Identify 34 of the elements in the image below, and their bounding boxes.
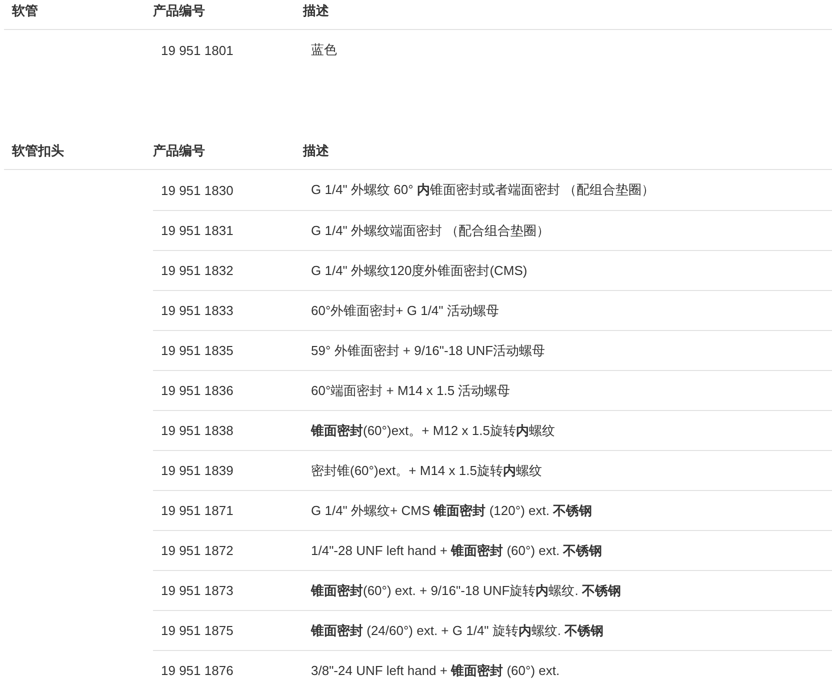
column-header: 描述 xyxy=(303,142,329,160)
table-cell: 蓝色 xyxy=(311,41,337,59)
table-cell: G 1/4" 外螺纹120度外锥面密封(CMS) xyxy=(311,262,528,280)
table-cell-text: 19 951 1838 xyxy=(161,423,234,438)
table-cell-text: 19 951 1836 xyxy=(161,383,234,398)
table-cell: 3/8"-24 UNF left hand + 锥面密封 (60°) ext. xyxy=(311,662,560,680)
table-cell-text: 19 951 1876 xyxy=(161,663,234,678)
table-cell-text: 19 951 1830 xyxy=(161,182,234,198)
table-cell-text: 19 951 1873 xyxy=(161,583,234,598)
table-cell-text: 19 951 1801 xyxy=(161,42,234,58)
table-cell-text: 19 951 1832 xyxy=(161,263,234,278)
table-cell: 锥面密封(60°)ext。+ M12 x 1.5旋转内螺纹 xyxy=(311,422,555,440)
table-cell-text: 19 951 1872 xyxy=(161,543,234,558)
table-cell-text: 19 951 1833 xyxy=(161,303,234,318)
table-cell: 密封锥(60°)ext。+ M14 x 1.5旋转内螺纹 xyxy=(311,462,542,480)
table-cell: 60°端面密封 + M14 x 1.5 活动螺母 xyxy=(311,382,510,400)
table-cell-text: 19 951 1871 xyxy=(161,503,234,518)
section-title: 软管扣头 xyxy=(10,142,65,160)
table-cell: 锥面密封(60°) ext. + 9/16"-18 UNF旋转内螺纹. 不锈钢 xyxy=(311,582,621,600)
table-cell-text: 19 951 1875 xyxy=(161,623,234,638)
table-cell-text: 19 951 1831 xyxy=(161,223,234,238)
table-cell: G 1/4" 外螺纹 60° 内锥面密封或者端面密封 （配组合垫圈） xyxy=(311,181,655,199)
table-cell: G 1/4" 外螺纹端面密封 （配合组合垫圈） xyxy=(311,222,550,240)
table-cell: G 1/4" 外螺纹+ CMS 锥面密封 (120°) ext. 不锈钢 xyxy=(311,502,592,520)
table-cell-text: 19 951 1839 xyxy=(161,463,234,478)
section-title: 软管 xyxy=(10,2,39,20)
column-header: 描述 xyxy=(303,2,329,20)
column-header: 产品编号 xyxy=(153,2,206,20)
column-header: 产品编号 xyxy=(153,142,206,160)
table-cell: 60°外锥面密封+ G 1/4" 活动螺母 xyxy=(311,302,499,320)
table-cell-text: 19 951 1835 xyxy=(161,343,234,358)
table-cell: 59° 外锥面密封 + 9/16"-18 UNF活动螺母 xyxy=(311,342,546,360)
table-cell: 1/4"-28 UNF left hand + 锥面密封 (60°) ext. 不锈钢 xyxy=(311,542,602,560)
table-cell: 锥面密封 (24/60°) ext. + G 1/4" 旋转内螺纹. 不锈钢 xyxy=(311,622,604,640)
